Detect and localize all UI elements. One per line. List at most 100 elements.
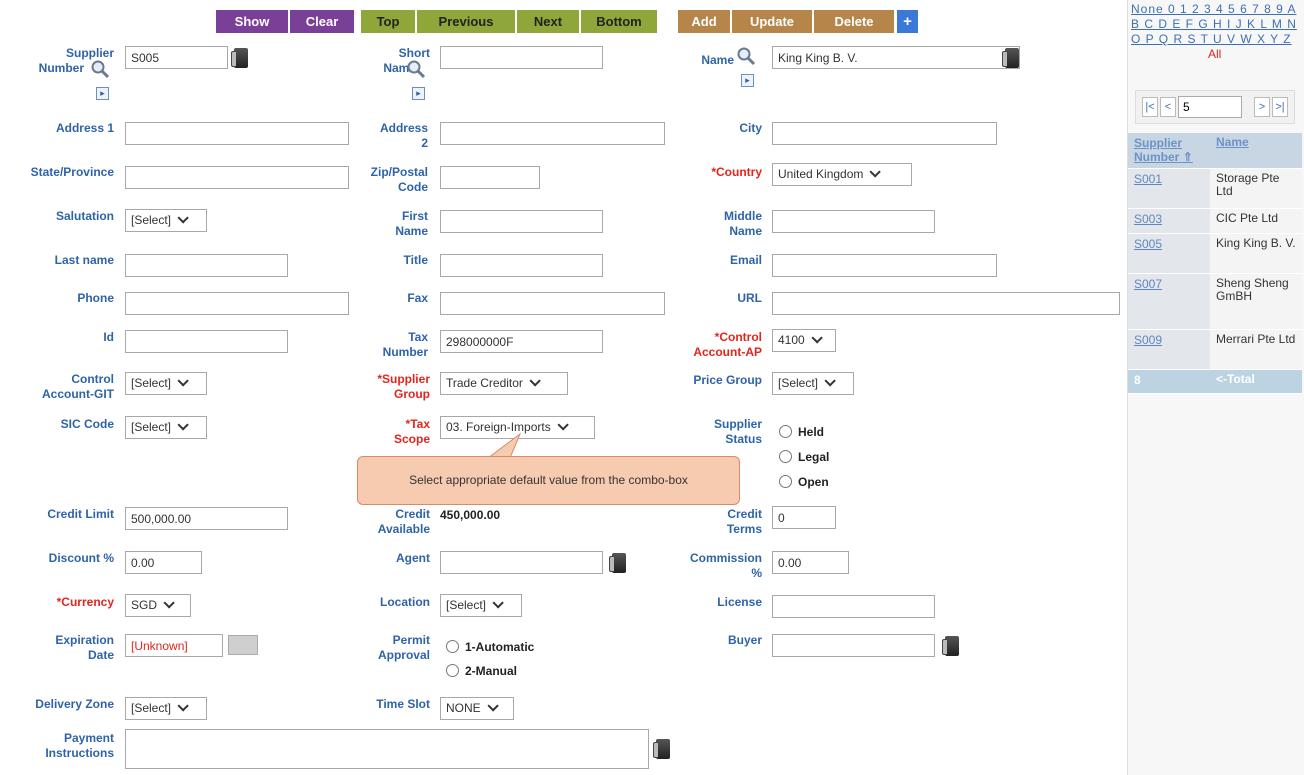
- email-label: Email: [729, 253, 762, 267]
- fax-input[interactable]: [440, 292, 665, 315]
- city-input[interactable]: [772, 122, 997, 145]
- top-button[interactable]: Top: [361, 10, 415, 33]
- alpha-filter-all[interactable]: All: [1208, 47, 1221, 61]
- new-record-icon[interactable]: ▸: [741, 74, 754, 87]
- lookup-book-icon[interactable]: [942, 636, 959, 656]
- zip-input[interactable]: [440, 166, 540, 189]
- next-page-button[interactable]: >: [1254, 97, 1270, 117]
- supplier-number-input[interactable]: [125, 46, 228, 69]
- status-held-radio[interactable]: [779, 425, 792, 438]
- new-record-icon[interactable]: ▸: [412, 87, 425, 100]
- address1-label: Address 1: [55, 121, 114, 135]
- column-header-name[interactable]: Name: [1210, 133, 1302, 168]
- salutation-select[interactable]: [Select]: [125, 209, 207, 232]
- supplier-code-link[interactable]: S009: [1128, 330, 1210, 369]
- title-input[interactable]: [440, 254, 603, 277]
- delete-button[interactable]: Delete: [814, 10, 894, 33]
- sic-code-select[interactable]: [Select]: [125, 416, 207, 439]
- prev-page-button[interactable]: <: [1160, 97, 1176, 117]
- credit-limit-input[interactable]: [125, 507, 288, 530]
- search-icon[interactable]: [90, 59, 110, 79]
- discount-input[interactable]: [125, 551, 202, 574]
- supplier-status-label: Supplier: [713, 417, 762, 431]
- list-item[interactable]: S001 Storage Pte Ltd: [1128, 169, 1302, 209]
- price-group-select[interactable]: [Select]: [772, 372, 854, 395]
- lookup-book-icon[interactable]: [653, 739, 670, 759]
- email-input[interactable]: [772, 254, 997, 277]
- url-input[interactable]: [772, 292, 1120, 315]
- supplier-group-select[interactable]: Trade Creditor: [440, 372, 568, 395]
- tax-number-label-2: Number: [382, 345, 428, 359]
- currency-select[interactable]: SGD: [125, 594, 191, 617]
- first-page-button[interactable]: |<: [1142, 97, 1158, 117]
- supplier-name: King King B. V.: [1210, 234, 1302, 273]
- location-select[interactable]: [Select]: [440, 594, 522, 617]
- permit-manual-radio[interactable]: [446, 664, 459, 677]
- tooltip: Select appropriate default value from th…: [357, 456, 740, 505]
- next-button[interactable]: Next: [517, 10, 579, 33]
- last-name-input[interactable]: [125, 254, 288, 277]
- address1-input[interactable]: [125, 122, 349, 145]
- add-button[interactable]: Add: [678, 10, 730, 33]
- supplier-code-link[interactable]: S003: [1128, 209, 1210, 233]
- agent-input[interactable]: [440, 551, 603, 574]
- phone-input[interactable]: [125, 292, 349, 315]
- alpha-filter-row-3[interactable]: O P Q R S T U V W X Y Z: [1131, 32, 1292, 46]
- page-size-input[interactable]: [1178, 96, 1242, 118]
- credit-available-value: 450,000.00: [440, 508, 501, 522]
- payment-instructions-textarea[interactable]: [125, 729, 649, 769]
- address2-input[interactable]: [440, 122, 665, 145]
- list-item[interactable]: S009 Merrari Pte Ltd: [1128, 330, 1302, 370]
- permit-automatic-radio[interactable]: [446, 640, 459, 653]
- control-account-git-select[interactable]: [Select]: [125, 372, 207, 395]
- time-slot-select[interactable]: NONE: [440, 697, 514, 720]
- license-input[interactable]: [772, 595, 935, 618]
- buyer-label: Buyer: [727, 633, 762, 647]
- title-label: Title: [403, 253, 428, 267]
- middle-name-input[interactable]: [772, 210, 935, 233]
- clear-button[interactable]: Clear: [290, 10, 354, 33]
- list-item[interactable]: S005 King King B. V.: [1128, 234, 1302, 274]
- alpha-filter-row-1[interactable]: None 0 1 2 3 4 5 6 7 8 9 A: [1131, 2, 1296, 16]
- alpha-filter-row-2[interactable]: B C D E F G H I J K L M N: [1131, 17, 1297, 31]
- column-header-supplier-number[interactable]: Supplier Number ⇑: [1128, 133, 1210, 168]
- list-item[interactable]: S007 Sheng Sheng GmBH: [1128, 274, 1302, 330]
- id-input[interactable]: [125, 330, 288, 353]
- state-input[interactable]: [125, 166, 349, 189]
- supplier-code-link[interactable]: S005: [1128, 234, 1210, 273]
- name-input[interactable]: [772, 46, 1020, 69]
- last-page-button[interactable]: >|: [1272, 97, 1288, 117]
- country-select[interactable]: United Kingdom: [772, 163, 912, 186]
- calendar-icon[interactable]: [228, 635, 258, 655]
- sic-code-label: SIC Code: [60, 417, 114, 431]
- status-legal-radio[interactable]: [779, 450, 792, 463]
- delivery-zone-select[interactable]: [Select]: [125, 697, 207, 720]
- update-button[interactable]: Update: [732, 10, 812, 33]
- control-account-ap-select[interactable]: 4100: [772, 329, 836, 352]
- first-name-input[interactable]: [440, 210, 603, 233]
- lookup-book-icon[interactable]: [231, 48, 248, 68]
- search-icon[interactable]: [736, 46, 756, 66]
- status-open-radio[interactable]: [779, 475, 792, 488]
- show-button[interactable]: Show: [216, 10, 288, 33]
- list-item[interactable]: S003 CIC Pte Ltd: [1128, 209, 1302, 234]
- lookup-book-icon[interactable]: [1002, 48, 1019, 68]
- supplier-code-link[interactable]: S007: [1128, 274, 1210, 329]
- plus-button[interactable]: +: [897, 10, 918, 33]
- delivery-zone-label: Delivery Zone: [35, 697, 114, 711]
- bottom-button[interactable]: Bottom: [581, 10, 657, 33]
- new-record-icon[interactable]: ▸: [96, 87, 109, 100]
- supplier-code-link[interactable]: S001: [1128, 169, 1210, 208]
- previous-button[interactable]: Previous: [417, 10, 515, 33]
- short-name-input[interactable]: [440, 46, 603, 69]
- buyer-input[interactable]: [772, 634, 935, 657]
- search-icon[interactable]: [406, 59, 426, 79]
- country-label: *Country: [711, 165, 762, 179]
- credit-terms-input[interactable]: [772, 506, 836, 529]
- lookup-book-icon[interactable]: [609, 553, 626, 573]
- commission-input[interactable]: [772, 551, 849, 574]
- url-label: URL: [737, 291, 762, 305]
- tax-number-input[interactable]: [440, 330, 603, 353]
- expiration-date-input[interactable]: [125, 634, 223, 657]
- name-label: Name: [701, 53, 734, 67]
